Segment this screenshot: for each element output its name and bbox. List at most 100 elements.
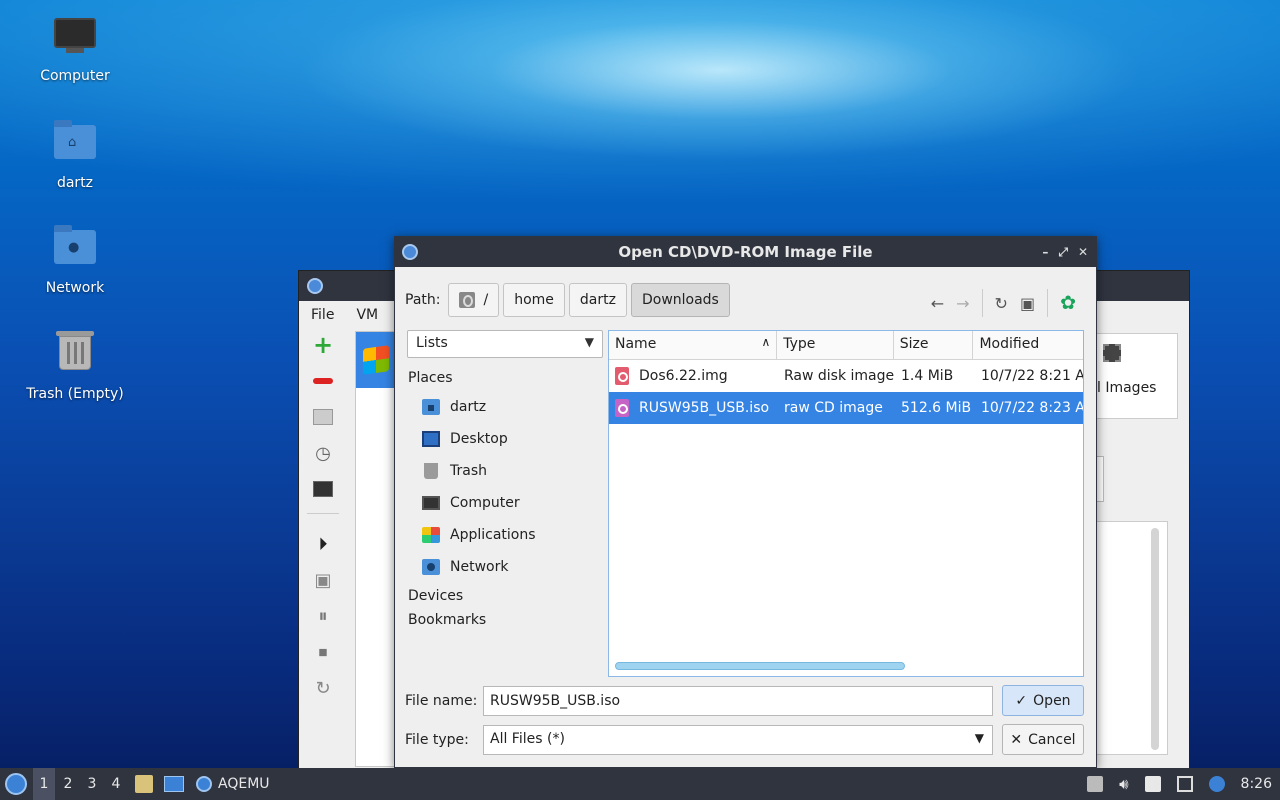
back-icon[interactable]: ← <box>931 294 944 313</box>
drive-icon <box>459 292 476 308</box>
file-size: 512.6 MiB <box>901 400 972 416</box>
horizontal-scrollbar[interactable] <box>615 662 905 670</box>
open-button[interactable]: ✓ Open <box>1002 685 1084 716</box>
network-status-icon[interactable] <box>1176 776 1193 792</box>
check-icon: ✓ <box>1015 692 1028 709</box>
path-crumb-dartz[interactable]: dartz <box>568 283 627 317</box>
reset-icon[interactable]: ↻ <box>311 676 335 700</box>
file-type-label: File type: <box>405 732 469 748</box>
clock-icon[interactable]: ◷ <box>311 441 335 465</box>
file-type-select[interactable]: All Files (*) ▼ <box>483 725 993 755</box>
vm-list-item[interactable] <box>356 332 396 388</box>
chevron-down-icon: ▼ <box>584 335 594 349</box>
desktop-icon-label: Computer <box>40 68 110 84</box>
remove-vm-icon[interactable] <box>311 369 335 393</box>
desktop-icon-home[interactable]: ⌂ dartz <box>20 120 130 191</box>
network-icon <box>422 559 440 575</box>
path-bar: Path: / home dartz Downloads <box>405 283 734 317</box>
file-name-label: File name: <box>405 693 478 709</box>
forward-icon[interactable]: → <box>956 294 969 313</box>
sidebar-item-dartz[interactable]: dartz <box>408 391 604 423</box>
workspace-1[interactable]: 1 <box>33 768 55 800</box>
file-type-value: All Files (*) <box>490 731 565 747</box>
taskbar: 1 2 3 4 AQEMU 🔊︎ 8:26 <box>0 768 1280 800</box>
file-modified: 10/7/22 8:23 AM <box>981 400 1083 416</box>
file-list-header: Name ∧ Type Size Modified <box>609 331 1083 360</box>
menu-file[interactable]: File <box>311 307 334 323</box>
table-row[interactable]: Dos6.22.img Raw disk image 1.4 MiB 10/7/… <box>609 360 1083 392</box>
sidebar-item-desktop[interactable]: Desktop <box>408 423 604 455</box>
add-vm-icon[interactable]: + <box>311 331 335 359</box>
volume-icon[interactable]: 🔊︎ <box>1119 775 1128 793</box>
taskbar-app-aqemu[interactable]: AQEMU <box>196 768 270 800</box>
sidebar-item-applications[interactable]: Applications <box>408 519 604 551</box>
panel-fragment <box>1096 456 1104 502</box>
removable-drive-icon[interactable] <box>1087 776 1104 792</box>
sidebar-item-trash[interactable]: Trash <box>408 455 604 487</box>
file-name-input[interactable] <box>483 686 993 716</box>
path-crumb-label: Downloads <box>641 292 719 308</box>
clock[interactable]: 8:26 <box>1241 776 1272 792</box>
file-manager-icon[interactable] <box>135 775 153 793</box>
cancel-x-icon: ✕ <box>1010 731 1023 748</box>
play-icon[interactable]: ⏵ <box>311 532 335 556</box>
sidebar-item-label: Network <box>450 559 509 575</box>
wallpaper-highlight <box>0 0 1280 260</box>
file-list[interactable]: Name ∧ Type Size Modified Dos6.22.img Raw… <box>608 330 1084 677</box>
column-header-modified[interactable]: Modified <box>973 331 1083 359</box>
open-image-dialog: Open CD\DVD-ROM Image File – ⤢ ✕ Path: /… <box>394 236 1097 768</box>
applications-icon <box>422 527 440 543</box>
file-type: raw CD image <box>784 400 883 416</box>
sidebar-item-label: Computer <box>450 495 520 511</box>
path-crumb-downloads[interactable]: Downloads <box>630 283 730 317</box>
terminal-icon[interactable] <box>311 477 335 501</box>
scrollbar[interactable] <box>1151 528 1159 750</box>
minimize-icon[interactable]: – <box>1042 237 1048 267</box>
pause-icon[interactable]: ⏸ <box>311 604 335 628</box>
start-menu-icon[interactable] <box>5 773 27 795</box>
table-row-selected[interactable]: RUSW95B_USB.iso raw CD image 512.6 MiB 1… <box>609 392 1083 424</box>
clipboard-icon[interactable] <box>1144 776 1161 792</box>
vm-list[interactable] <box>355 331 396 767</box>
workspace-2[interactable]: 2 <box>57 768 79 800</box>
desktop-icon-label: Network <box>45 280 105 296</box>
cd-image-file-icon <box>615 399 629 417</box>
sidebar-item-label: Applications <box>450 527 536 543</box>
computer-icon <box>422 496 440 510</box>
storage-icon[interactable] <box>311 405 335 429</box>
sidebar-item-network[interactable]: Network <box>408 551 604 583</box>
menu-vm[interactable]: VM <box>356 307 378 323</box>
sidebar-item-computer[interactable]: Computer <box>408 487 604 519</box>
computer-icon <box>51 18 99 62</box>
reload-icon[interactable]: ↻ <box>995 294 1008 313</box>
path-crumb-root[interactable]: / <box>448 283 500 317</box>
close-icon[interactable]: ✕ <box>1078 237 1088 267</box>
desktop-icon-network[interactable]: ● Network <box>20 225 130 296</box>
network-folder-icon: ● <box>51 225 99 274</box>
desktop-icon <box>422 431 440 447</box>
save-icon[interactable]: ▣ <box>311 568 335 592</box>
path-crumb-home[interactable]: home <box>503 283 565 317</box>
devices-heading[interactable]: Devices <box>408 585 604 607</box>
show-desktop-icon[interactable] <box>164 776 184 792</box>
windows-logo-icon <box>363 345 389 375</box>
column-header-size[interactable]: Size <box>894 331 974 359</box>
workspace-3[interactable]: 3 <box>81 768 103 800</box>
update-notifier-icon[interactable] <box>1208 776 1225 792</box>
cancel-button[interactable]: ✕ Cancel <box>1002 724 1084 755</box>
desktop-icon-trash[interactable]: Trash (Empty) <box>20 330 130 402</box>
desktop-icon-computer[interactable]: Computer <box>20 16 130 84</box>
column-header-type[interactable]: Type <box>777 331 894 359</box>
column-header-name[interactable]: Name ∧ <box>609 331 778 359</box>
maximize-icon[interactable]: ⤢ <box>1058 237 1068 267</box>
places-heading[interactable]: Places <box>408 367 604 389</box>
new-folder-icon[interactable]: ▣ <box>1020 294 1035 313</box>
bookmarks-heading[interactable]: Bookmarks <box>408 609 604 631</box>
settings-gear-icon[interactable]: ✿ <box>1060 292 1076 314</box>
path-crumb-label: home <box>514 292 554 308</box>
chip-icon <box>1103 344 1121 362</box>
stop-icon[interactable]: ⏹ <box>311 640 335 664</box>
window-controls: – ⤢ ✕ <box>1042 237 1088 267</box>
workspace-4[interactable]: 4 <box>105 768 127 800</box>
view-mode-select[interactable]: Lists ▼ <box>407 330 603 358</box>
